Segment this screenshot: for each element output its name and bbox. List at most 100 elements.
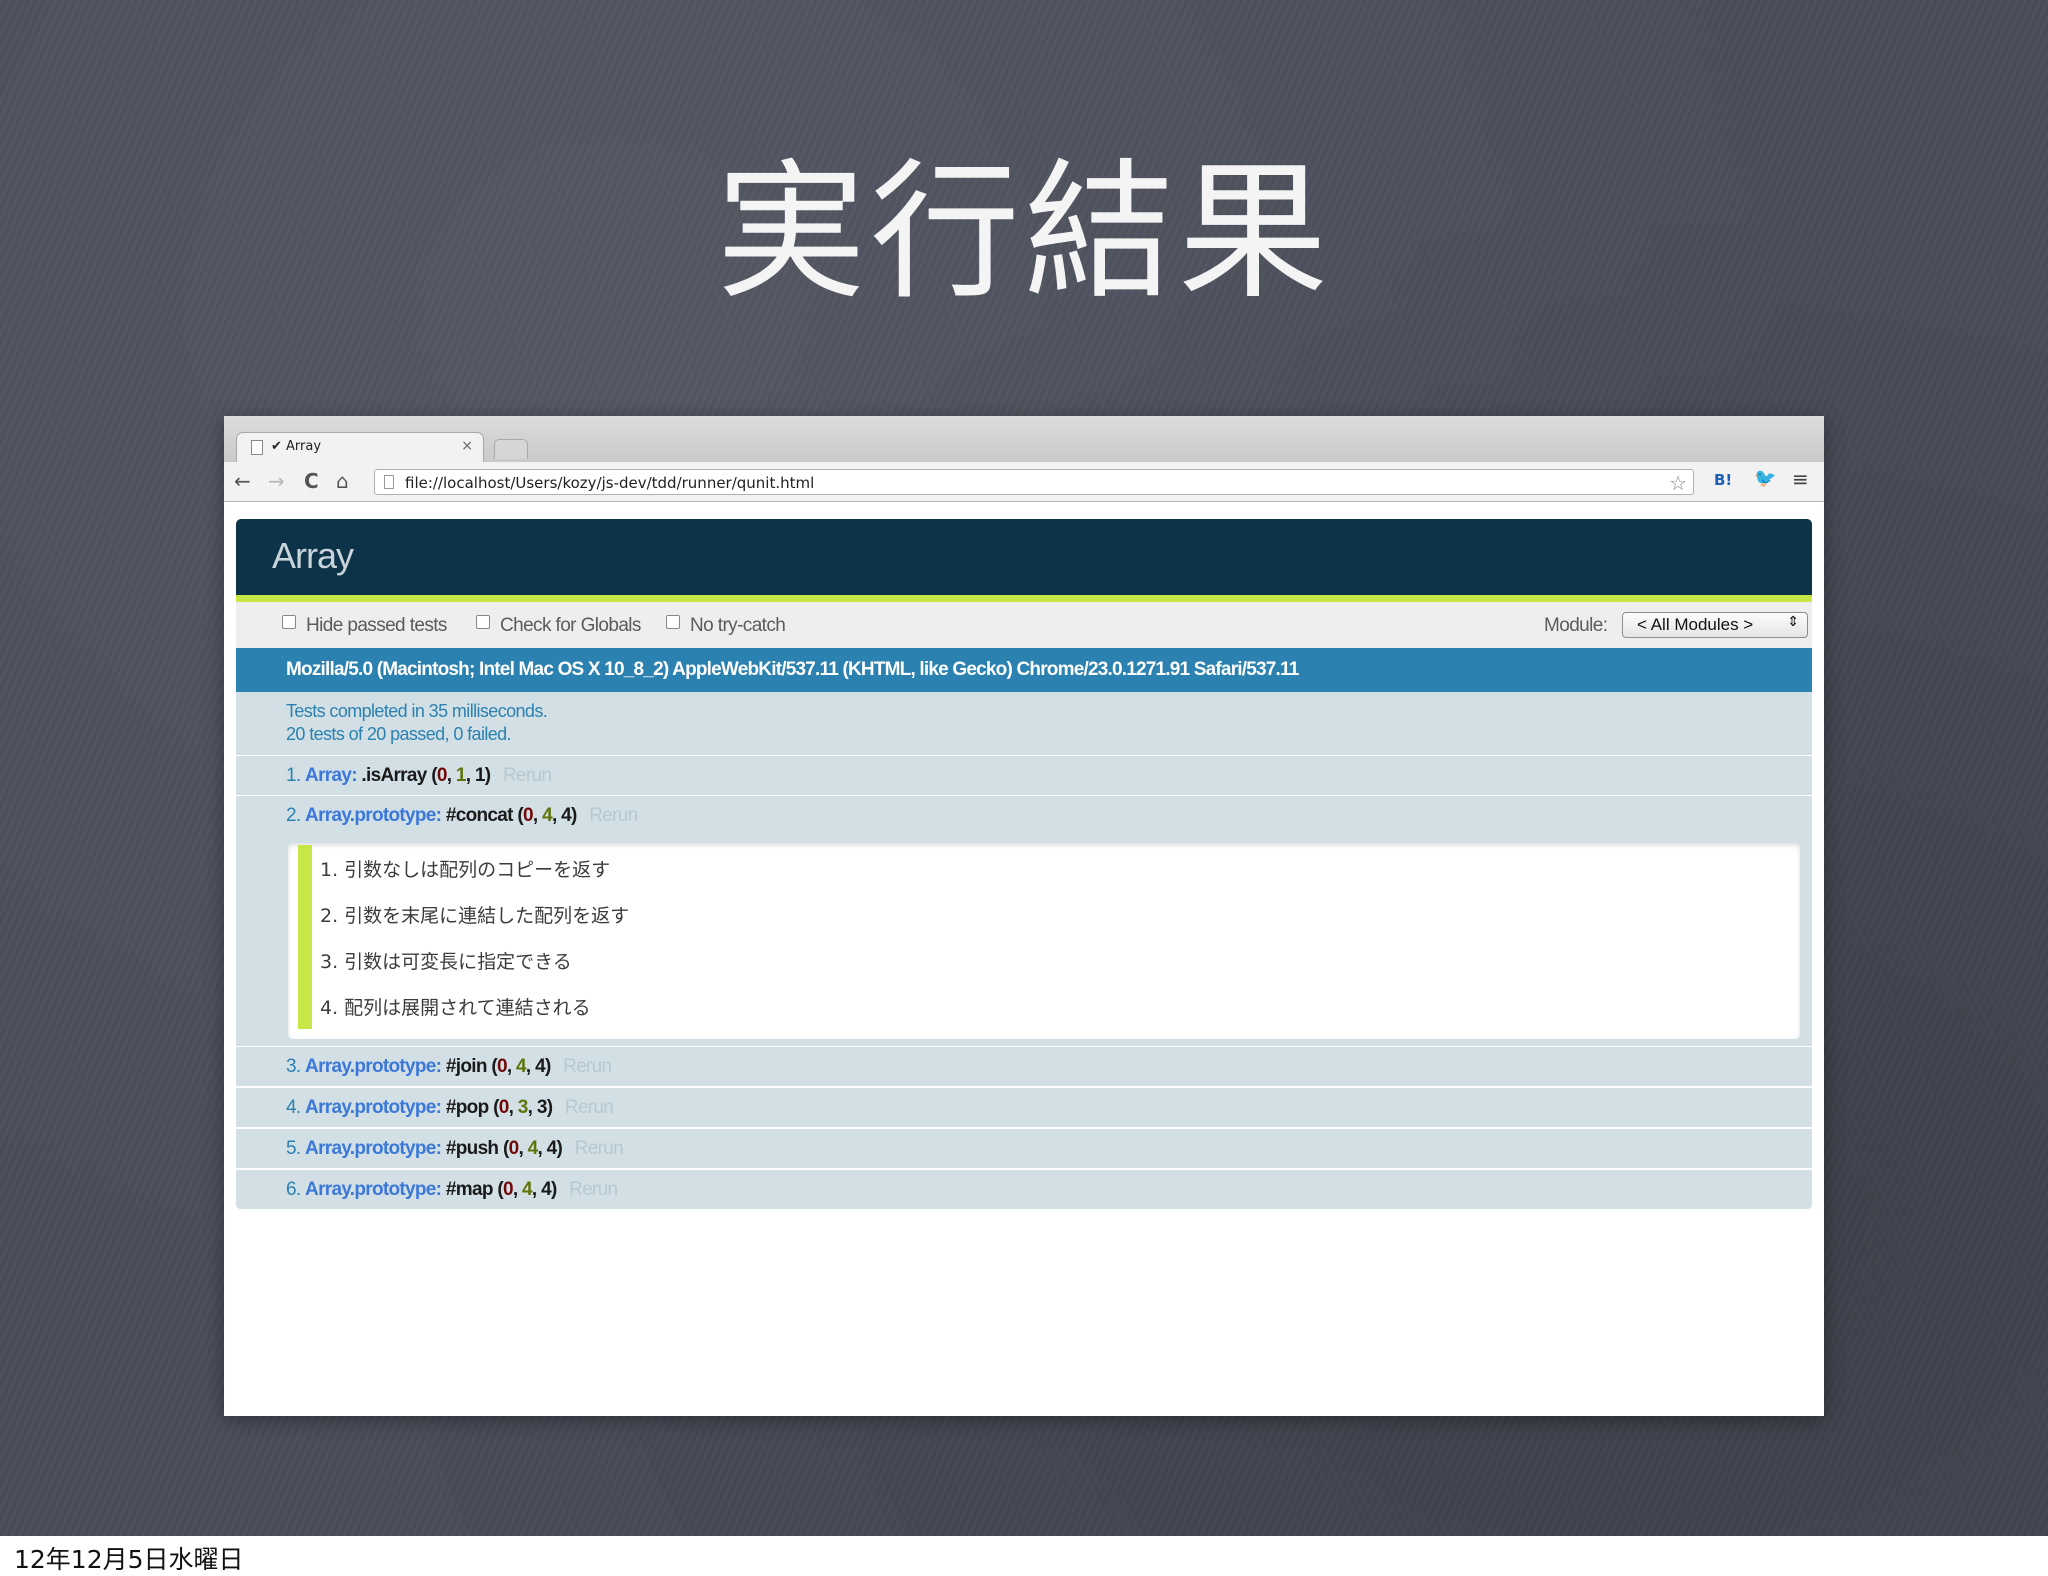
total-count: 1 — [474, 765, 486, 786]
twitter-icon[interactable]: 🐦 — [1754, 468, 1776, 489]
new-tab-button[interactable] — [494, 439, 528, 459]
passed-count: 3 — [517, 1097, 529, 1118]
test-row[interactable]: 1. Array: .isArray (0, 1, 1) Rerun — [236, 756, 1812, 796]
page-icon — [384, 475, 394, 489]
failed-count: 0 — [436, 765, 448, 786]
test-line[interactable]: 6. Array.prototype: #map (0, 4, 4) Rerun — [286, 1179, 618, 1201]
address-bar[interactable]: file://localhost/Users/kozy/js-dev/tdd/r… — [374, 469, 1694, 495]
check-globals-label[interactable]: Check for Globals — [500, 615, 641, 636]
rerun-link[interactable]: Rerun — [575, 1138, 624, 1159]
rerun-link[interactable]: Rerun — [503, 765, 552, 786]
test-line[interactable]: 4. Array.prototype: #pop (0, 3, 3) Rerun — [286, 1097, 614, 1119]
result-duration: Tests completed in 35 milliseconds. — [286, 701, 548, 721]
test-counts: (0, 4, 4) — [502, 1138, 563, 1159]
qunit-page: Array Hide passed tests Check for Global… — [236, 519, 1812, 1219]
test-module: Array.prototype: — [305, 805, 442, 826]
no-try-catch-label[interactable]: No try-catch — [690, 615, 786, 636]
browser-window: ✔ Array × ← → C ⌂ file://localhost/Users… — [224, 416, 1824, 1416]
test-row[interactable]: 6. Array.prototype: #map (0, 4, 4) Rerun — [236, 1170, 1812, 1210]
total-count: 3 — [536, 1097, 548, 1118]
assertion-text: 2. 引数を末尾に連結した配列を返す — [320, 905, 630, 927]
test-name: #join — [445, 1056, 488, 1077]
failed-count: 0 — [498, 1097, 510, 1118]
failed-count: 0 — [496, 1056, 508, 1077]
test-number: 5. — [286, 1138, 301, 1159]
browser-toolbar: ← → C ⌂ file://localhost/Users/kozy/js-d… — [224, 462, 1824, 502]
module-select[interactable]: < All Modules > ⇕ — [1622, 612, 1808, 638]
select-arrows-icon: ⇕ — [1787, 613, 1799, 629]
rerun-link[interactable]: Rerun — [589, 805, 638, 826]
hide-passed-checkbox[interactable] — [282, 615, 296, 629]
test-number: 2. — [286, 805, 301, 826]
test-counts: (0, 4, 4) — [491, 1056, 551, 1077]
menu-icon[interactable]: ≡ — [1792, 467, 1809, 491]
module-label: Module: — [1544, 615, 1608, 636]
test-result-summary: Tests completed in 35 milliseconds. 20 t… — [236, 692, 1812, 756]
test-module: Array.prototype: — [305, 1056, 442, 1077]
no-try-catch-checkbox[interactable] — [666, 615, 680, 629]
rerun-link[interactable]: Rerun — [569, 1179, 618, 1200]
url-text[interactable]: file://localhost/Users/kozy/js-dev/tdd/r… — [405, 474, 814, 492]
forward-arrow-icon[interactable]: → — [268, 468, 285, 494]
bookmark-star-icon[interactable]: ☆ — [1669, 471, 1687, 495]
test-row[interactable]: 2. Array.prototype: #concat (0, 4, 4) Re… — [236, 796, 1812, 837]
pass-marker — [298, 891, 312, 937]
assertion-text: 3. 引数は可変長に指定できる — [320, 951, 572, 973]
home-icon[interactable]: ⌂ — [336, 468, 349, 494]
test-number: 6. — [286, 1179, 301, 1200]
passed-count: 4 — [522, 1179, 533, 1200]
passed-count: 4 — [542, 805, 553, 826]
user-agent-text: Mozilla/5.0 (Macintosh; Intel Mac OS X 1… — [286, 659, 1299, 680]
test-row[interactable]: 3. Array.prototype: #join (0, 4, 4) Reru… — [236, 1047, 1812, 1087]
qunit-header: Array — [236, 519, 1812, 602]
page-icon — [251, 440, 263, 455]
close-tab-icon[interactable]: × — [461, 438, 473, 454]
browser-tab[interactable]: ✔ Array × — [236, 432, 484, 462]
footer-date: 12年12月5日水曜日 — [14, 1545, 244, 1574]
test-row[interactable]: 5. Array.prototype: #push (0, 4, 4) Reru… — [236, 1129, 1812, 1169]
assertion-text: 4. 配列は展開されて連結される — [320, 997, 591, 1019]
check-globals-checkbox[interactable] — [476, 615, 490, 629]
total-count: 4 — [561, 805, 572, 826]
test-module: Array: — [305, 765, 357, 786]
test-line[interactable]: 5. Array.prototype: #push (0, 4, 4) Reru… — [286, 1138, 624, 1160]
tab-title: ✔ Array — [271, 439, 322, 454]
test-counts: (0, 1, 1) — [431, 765, 491, 786]
test-name: #concat — [445, 805, 514, 826]
qunit-toolbar: Hide passed tests Check for Globals No t… — [236, 602, 1812, 648]
test-name: .isArray — [361, 765, 427, 786]
total-count: 4 — [541, 1179, 552, 1200]
test-line[interactable]: 3. Array.prototype: #join (0, 4, 4) Reru… — [286, 1056, 612, 1078]
test-name: #map — [445, 1179, 494, 1200]
total-count: 4 — [535, 1056, 546, 1077]
hide-passed-label[interactable]: Hide passed tests — [306, 615, 447, 636]
test-number: 4. — [286, 1097, 301, 1118]
total-count: 4 — [546, 1138, 558, 1159]
test-line[interactable]: 1. Array: .isArray (0, 1, 1) Rerun — [286, 765, 552, 787]
result-counts: 20 tests of 20 passed, 0 failed. — [286, 724, 512, 744]
tab-strip: ✔ Array × — [224, 416, 1824, 462]
list-item: 2. 引数を末尾に連結した配列を返す — [288, 891, 1788, 937]
no-try-catch-option[interactable]: No try-catch — [666, 615, 786, 637]
test-module: Array.prototype: — [305, 1097, 442, 1118]
check-globals-option[interactable]: Check for Globals — [476, 615, 641, 637]
back-arrow-icon[interactable]: ← — [234, 468, 251, 494]
test-name: #pop — [445, 1097, 489, 1118]
rerun-link[interactable]: Rerun — [563, 1056, 612, 1077]
rerun-link[interactable]: Rerun — [565, 1097, 614, 1118]
hide-passed-option[interactable]: Hide passed tests — [282, 615, 447, 637]
test-number: 1. — [286, 765, 301, 786]
test-row[interactable]: 4. Array.prototype: #pop (0, 3, 3) Rerun — [236, 1088, 1812, 1128]
module-select-value: < All Modules > — [1637, 615, 1754, 634]
test-counts: (0, 3, 3) — [493, 1097, 553, 1118]
failed-count: 0 — [502, 1179, 514, 1200]
pass-marker — [298, 937, 312, 983]
test-line[interactable]: 2. Array.prototype: #concat (0, 4, 4) Re… — [286, 805, 638, 827]
failed-count: 0 — [523, 805, 534, 826]
reload-icon[interactable]: C — [304, 468, 319, 494]
hatena-bookmark-icon[interactable]: B! — [1714, 471, 1732, 489]
list-item: 3. 引数は可変長に指定できる — [288, 937, 1788, 983]
status-bar-pass — [236, 595, 1812, 602]
passed-count: 4 — [516, 1056, 527, 1077]
page-title[interactable]: Array — [272, 535, 354, 577]
